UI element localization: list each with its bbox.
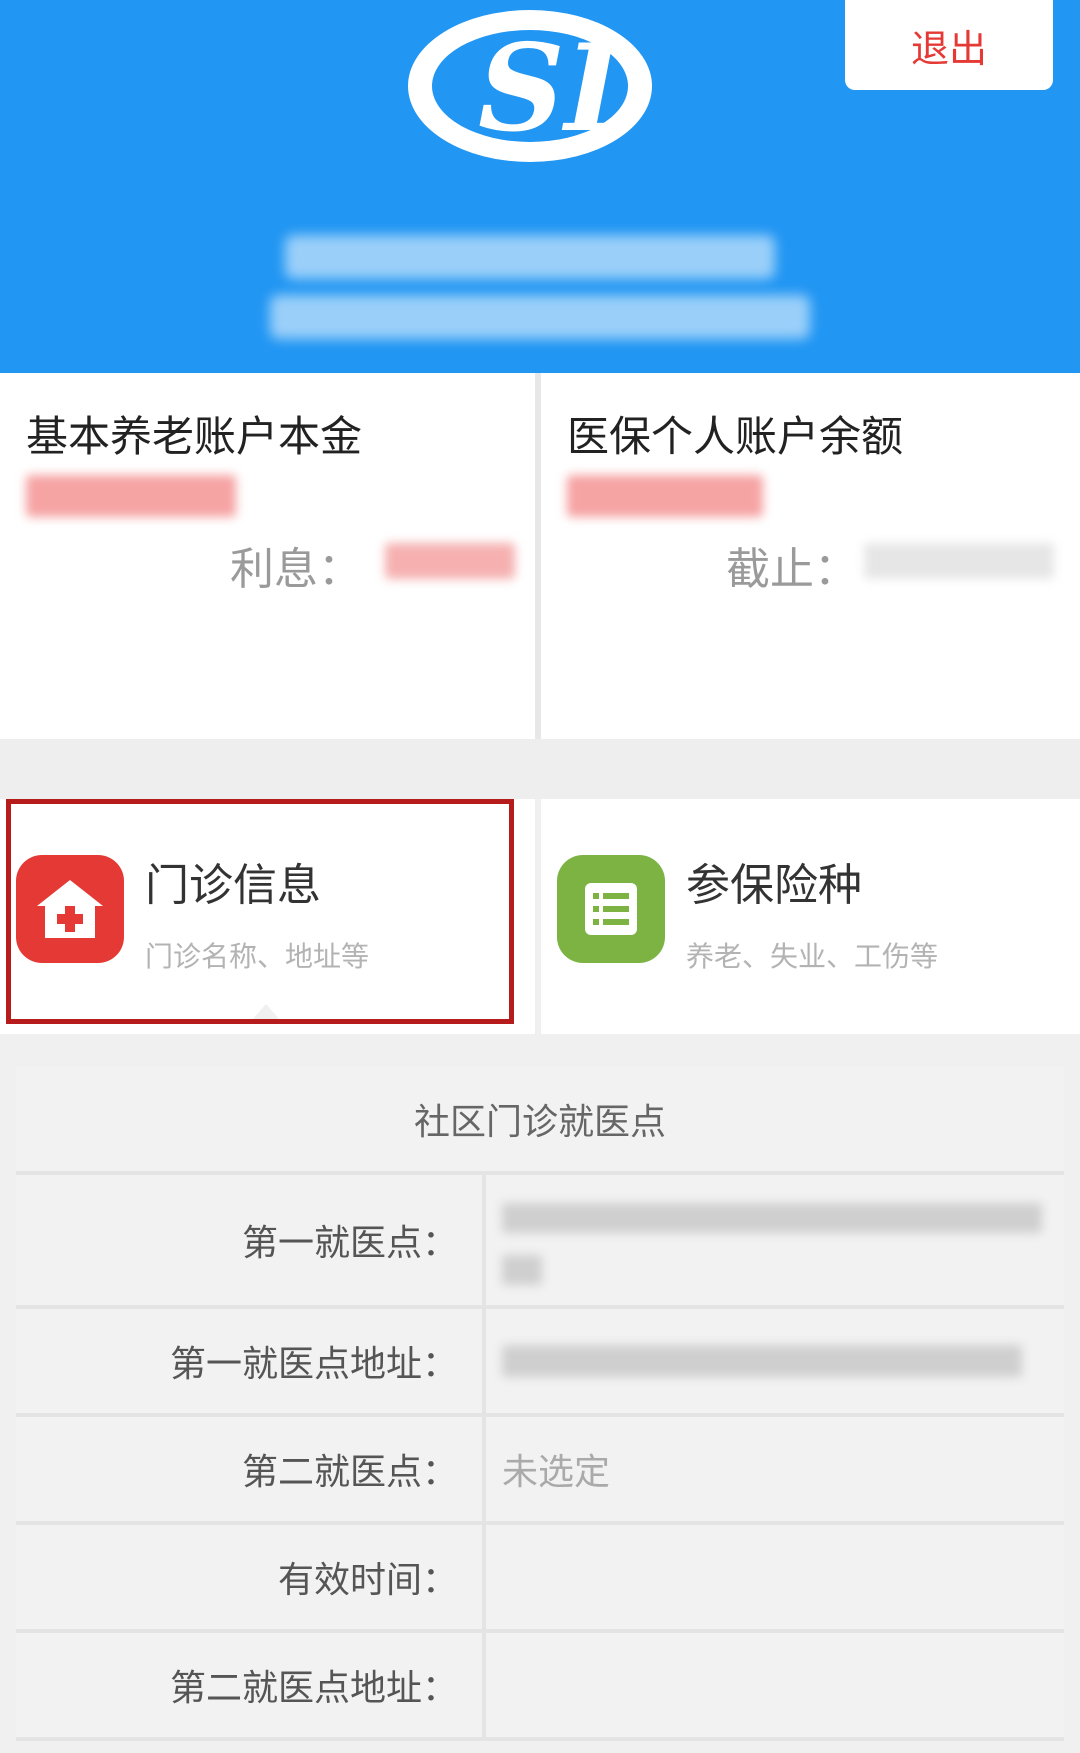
- row-label: 第一就医点：: [16, 1175, 486, 1305]
- row-value: [486, 1175, 1064, 1305]
- account-summary: 基本养老账户本金 利息： 医保个人账户余额 截止：: [0, 373, 1080, 739]
- pension-amount-redacted: [26, 475, 236, 517]
- name-redacted: [270, 295, 810, 339]
- row-label: 第一就医点地址：: [16, 1309, 486, 1413]
- pension-account-card: 基本养老账户本金 利息：: [0, 373, 535, 739]
- insurance-types-subtitle: 养老、失业、工伤等: [686, 940, 939, 973]
- section-gap: [0, 739, 1080, 799]
- row-value: [486, 1525, 1064, 1629]
- insurance-types-card[interactable]: 参保险种 养老、失业、工伤等: [541, 799, 1080, 1034]
- outpatient-info-title: 门诊信息: [145, 860, 321, 911]
- first-clinic-redacted-2: [502, 1255, 542, 1285]
- table-row: 第二就医点： 未选定: [16, 1417, 1064, 1525]
- social-insurance-logo-icon: SI: [408, 10, 652, 162]
- row-value: [486, 1633, 1064, 1737]
- row-label: 第二就医点地址：: [16, 1633, 486, 1737]
- medical-account-title: 医保个人账户余额: [567, 412, 904, 461]
- header-banner: SI 退出: [0, 0, 1080, 373]
- outpatient-info-subtitle: 门诊名称、地址等: [145, 940, 370, 973]
- table-row: 有效时间：: [16, 1525, 1064, 1633]
- caret-up-icon: [252, 1004, 280, 1020]
- table-heading: 社区门诊就医点: [16, 1067, 1064, 1175]
- table-row: 第二就医点地址：: [16, 1633, 1064, 1741]
- row-label: 第二就医点：: [16, 1417, 486, 1521]
- logout-button[interactable]: 退出: [845, 0, 1053, 90]
- as-of-value-redacted: [864, 543, 1054, 579]
- clinic-table: 社区门诊就医点 第一就医点： 第一就医点地址： 第二就医点： 未选定 有效时间：…: [16, 1067, 1064, 1741]
- menu-row: 门诊信息 门诊名称、地址等 参保险种 养老、失业、工伤等: [0, 799, 1080, 1034]
- first-clinic-redacted: [502, 1203, 1042, 1233]
- row-value: 未选定: [486, 1417, 1064, 1521]
- pension-account-title: 基本养老账户本金: [26, 412, 363, 461]
- table-row: 第一就医点地址：: [16, 1309, 1064, 1417]
- as-of-label: 截止：: [726, 544, 858, 595]
- hospital-icon: [16, 855, 124, 963]
- interest-label: 利息：: [230, 544, 362, 595]
- svg-text:SI: SI: [478, 18, 625, 159]
- first-clinic-address-redacted: [502, 1345, 1022, 1377]
- row-label: 有效时间：: [16, 1525, 486, 1629]
- list-icon: [557, 855, 665, 963]
- medical-amount-redacted: [567, 475, 763, 517]
- medical-account-card: 医保个人账户余额 截止：: [541, 373, 1080, 739]
- interest-value-redacted: [385, 543, 515, 579]
- table-row: 第一就医点：: [16, 1175, 1064, 1309]
- row-value: [486, 1309, 1064, 1413]
- insurance-types-title: 参保险种: [686, 860, 862, 911]
- outpatient-info-card[interactable]: 门诊信息 门诊名称、地址等: [0, 799, 535, 1034]
- id-number-redacted: [285, 235, 775, 279]
